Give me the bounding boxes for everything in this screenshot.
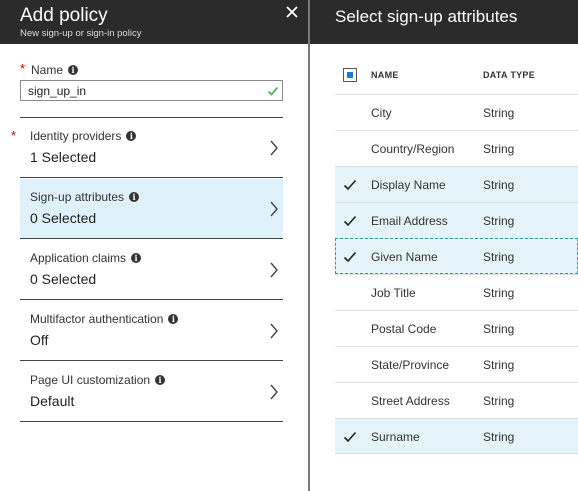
setting-label: Page UI customization [30,373,151,387]
info-icon[interactable]: i [155,375,166,385]
blade-header: Add policy New sign-up or sign-in policy [0,0,308,44]
column-header-data-type: DATA TYPE [483,70,536,80]
attribute-data-type: String [483,322,515,336]
table-row[interactable]: Street Address String [335,382,578,418]
table-row[interactable]: Country/Region String [335,130,578,166]
add-policy-blade: Add policy New sign-up or sign-in policy… [0,0,308,491]
chevron-right-icon [269,139,279,162]
setting-value: 0 Selected [30,210,97,226]
sign-up-attributes-blade: Select sign-up attributes NAME DATA TYPE… [310,0,578,491]
setting-value: 1 Selected [30,149,97,165]
row-checkbox[interactable] [343,106,357,120]
table-row[interactable]: State/Province String [335,346,578,382]
attributes-table: NAME DATA TYPE City String Country/Region S… [335,58,578,454]
row-checkbox[interactable] [343,250,357,264]
table-row[interactable]: Given Name String [335,238,578,274]
policy-setting-item[interactable]: Application claims i 0 Selected [20,240,283,300]
info-icon[interactable]: i [168,314,179,324]
attribute-name: Given Name [371,250,438,264]
close-icon[interactable] [284,4,300,20]
attribute-data-type: String [483,142,515,156]
table-row[interactable]: Surname String [335,418,578,454]
table-header: NAME DATA TYPE [335,58,578,94]
table-row[interactable]: City String [335,94,578,130]
attribute-data-type: String [483,358,515,372]
checkmark-icon [343,251,357,263]
table-row[interactable]: Postal Code String [335,310,578,346]
table-row[interactable]: Email Address String [335,202,578,238]
attribute-name: Email Address [371,214,448,228]
attribute-name: State/Province [371,358,450,372]
info-icon[interactable]: i [131,253,142,263]
attribute-data-type: String [483,178,515,192]
attribute-name: Country/Region [371,142,455,156]
policy-setting-item[interactable]: Page UI customization i Default [20,362,283,422]
attribute-data-type: String [483,394,515,408]
chevron-right-icon [269,322,279,345]
info-icon[interactable]: i [129,192,140,202]
setting-value: Off [30,332,49,348]
select-all-checkbox[interactable] [343,68,357,82]
setting-label: Identity providers [30,129,122,143]
setting-label: Sign-up attributes [30,190,125,204]
blade-header: Select sign-up attributes [310,0,578,44]
name-input[interactable] [20,80,283,101]
row-checkbox[interactable] [343,142,357,156]
attribute-rows: City String Country/Region String Display Na… [335,94,578,454]
policy-setting-item[interactable]: * Identity providers i 1 Selected [11,118,283,178]
table-row[interactable]: Job Title String [335,274,578,310]
blade-title: Select sign-up attributes [335,7,518,26]
policy-setting-item[interactable]: Multifactor authentication i Off [20,301,283,361]
row-checkbox[interactable] [343,178,357,192]
attribute-data-type: String [483,286,515,300]
setting-value: 0 Selected [30,271,97,287]
attribute-name: Postal Code [371,322,437,336]
chevron-right-icon [269,200,279,223]
attribute-name: City [371,106,392,120]
chevron-right-icon [269,383,279,406]
row-checkbox[interactable] [343,430,357,444]
setting-label: Application claims [30,251,127,265]
attribute-data-type: String [483,430,515,444]
info-icon[interactable]: i [68,65,79,75]
attribute-data-type: String [483,214,515,228]
row-checkbox[interactable] [343,358,357,372]
checkmark-icon [343,431,357,443]
attribute-data-type: String [483,250,515,264]
required-asterisk: * [20,61,26,76]
row-checkbox[interactable] [343,394,357,408]
table-row[interactable]: Display Name String [335,166,578,202]
setting-label: Multifactor authentication [30,312,164,326]
attribute-name: Job Title [371,286,416,300]
row-checkbox[interactable] [343,322,357,336]
chevron-right-icon [269,261,279,284]
info-icon[interactable]: i [126,131,137,141]
attribute-name: Display Name [371,178,446,192]
checkmark-icon [343,179,357,191]
attribute-data-type: String [483,106,515,120]
blade-subtitle: New sign-up or sign-in policy [20,28,142,39]
name-label: Name [31,63,64,77]
policy-setting-item[interactable]: Sign-up attributes i 0 Selected [20,179,283,239]
required-asterisk: * [11,128,17,143]
valid-checkmark-icon [267,84,279,102]
attribute-name: Surname [371,430,420,444]
blade-title: Add policy [20,5,108,26]
setting-value: Default [30,393,75,409]
checkmark-icon [343,215,357,227]
column-header-name: NAME [371,70,399,80]
row-checkbox[interactable] [343,214,357,228]
attribute-name: Street Address [371,394,450,408]
row-checkbox[interactable] [343,286,357,300]
